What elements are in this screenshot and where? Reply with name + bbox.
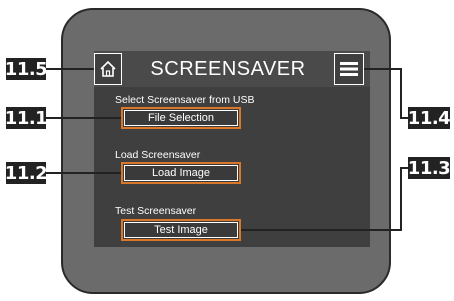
file-selection-caption: Select Screensaver from USB: [115, 94, 255, 106]
leader-home: [46, 68, 94, 70]
menu-icon: [340, 62, 358, 76]
page-title: SCREENSAVER: [150, 57, 306, 80]
file-selection-button[interactable]: File Selection: [121, 107, 241, 129]
leader-menu-b: [400, 68, 402, 119]
test-image-button[interactable]: Test Image: [121, 219, 241, 241]
leader-test-image-b: [400, 167, 402, 230]
leader-test-image-c: [241, 229, 402, 231]
leader-load-image: [46, 172, 121, 174]
test-screensaver-caption: Test Screensaver: [115, 205, 197, 217]
callout-load-image: 11.2: [4, 162, 48, 184]
callout-file-selection: 11.1: [4, 107, 48, 129]
home-icon: [100, 60, 116, 77]
menu-button[interactable]: [334, 53, 364, 85]
callout-home: 11.5: [4, 58, 48, 80]
home-button[interactable]: [94, 53, 122, 85]
callout-test-image: 11.3: [407, 157, 451, 179]
load-screensaver-caption: Load Screensaver: [115, 149, 201, 161]
load-image-button[interactable]: Load Image: [121, 162, 241, 184]
leader-file-selection: [46, 117, 121, 119]
callout-menu: 11.4: [407, 107, 451, 129]
leader-menu-a: [364, 68, 400, 70]
leader-menu-c: [400, 117, 408, 119]
